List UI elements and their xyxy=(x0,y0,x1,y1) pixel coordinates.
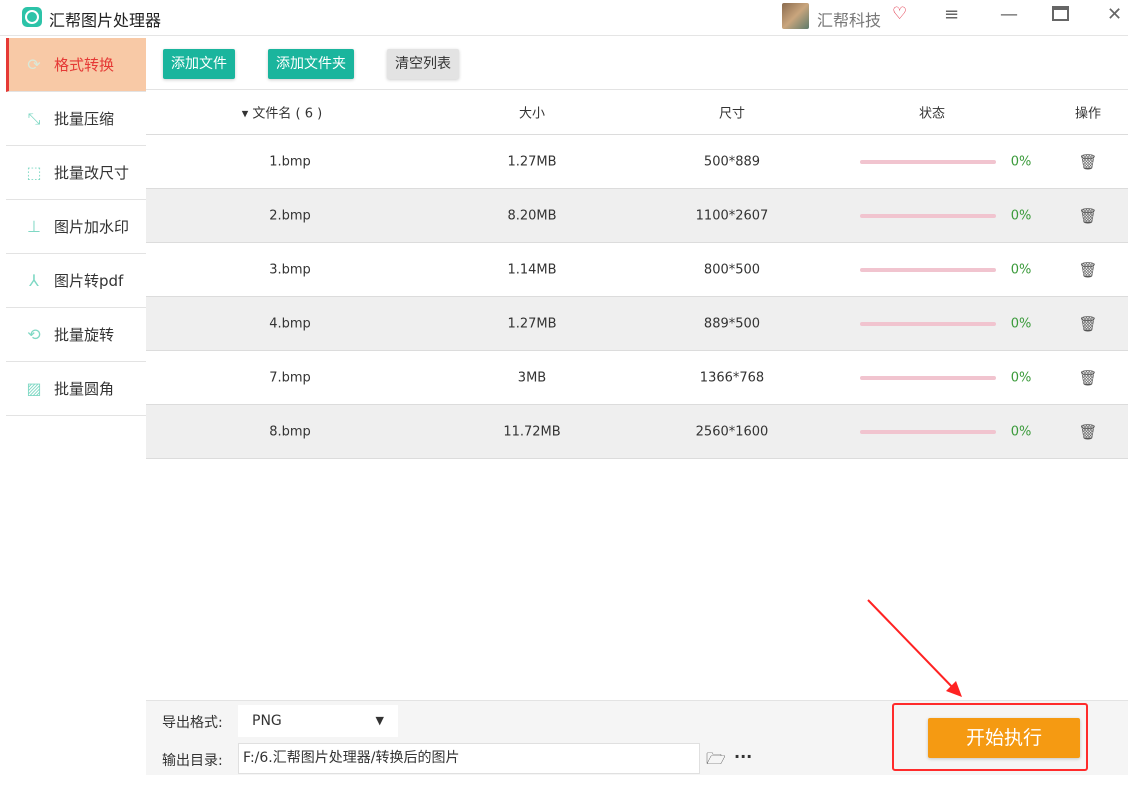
file-size: 11.72MB xyxy=(503,424,561,439)
file-dimension: 1366*768 xyxy=(699,370,765,385)
image-corner-icon: ▨ xyxy=(26,379,42,398)
trash-icon[interactable]: 🗑 xyxy=(1078,369,1097,387)
file-name: 1.bmp xyxy=(269,154,311,169)
output-dir-input[interactable]: F:/6.汇帮图片处理器/转换后的图片 xyxy=(238,743,700,774)
chevron-down-icon: ▼ xyxy=(375,714,384,727)
close-icon[interactable]: ✕ xyxy=(1107,4,1122,25)
folder-icon[interactable]: 🗁 xyxy=(706,748,726,775)
minimize-icon[interactable]: — xyxy=(1000,4,1018,25)
add-file-button[interactable]: 添加文件 xyxy=(163,49,235,79)
file-name: 7.bmp xyxy=(269,370,311,385)
file-dimension: 1100*2607 xyxy=(695,208,769,223)
sidebar-item-watermark[interactable]: ⊥ 图片加水印 xyxy=(6,200,146,254)
pdf-icon: ⅄ xyxy=(29,271,39,290)
progress-bar xyxy=(860,268,996,272)
avatar[interactable] xyxy=(782,3,809,29)
progress-percent: 0% xyxy=(1010,424,1032,439)
table-row[interactable]: 7.bmp 3MB 1366*768 0% 🗑 xyxy=(146,351,1128,405)
file-name: 3.bmp xyxy=(269,262,311,277)
table-row[interactable]: 8.bmp 11.72MB 2560*1600 0% 🗑 xyxy=(146,405,1128,459)
progress-bar xyxy=(860,322,996,326)
menu-icon[interactable]: ≡ xyxy=(944,4,959,25)
export-format-label: 导出格式: xyxy=(162,715,223,731)
sidebar-item-compress[interactable]: ⤡ 批量压缩 xyxy=(6,92,146,146)
progress-bar xyxy=(860,214,996,218)
sidebar: ⟳ 格式转换 ⤡ 批量压缩 ⬚ 批量改尺寸 ⊥ 图片加水印 ⅄ 图片转pdf ⟲ 批量旋转 … xyxy=(6,38,146,416)
toolbar: 添加文件 添加文件夹 清空列表 xyxy=(146,38,1128,90)
file-size: 1.27MB xyxy=(507,154,557,169)
file-size: 1.14MB xyxy=(507,262,557,277)
maximize-icon[interactable] xyxy=(1052,6,1069,21)
sidebar-item-format-convert[interactable]: ⟳ 格式转换 xyxy=(6,38,146,92)
table-header: ▾ 文件名 ( 6 ) 大小 尺寸 状态 操作 xyxy=(146,90,1128,135)
compress-icon: ⤡ xyxy=(27,108,41,128)
progress-bar xyxy=(860,376,996,380)
export-format-select[interactable]: PNG ▼ xyxy=(238,705,398,737)
file-dimension: 500*889 xyxy=(703,154,761,169)
add-folder-button[interactable]: 添加文件夹 xyxy=(268,49,354,79)
app-logo-icon xyxy=(22,7,42,27)
header-action: 操作 xyxy=(1074,106,1102,122)
trash-icon[interactable]: 🗑 xyxy=(1078,315,1097,333)
resize-icon: ⬚ xyxy=(26,163,42,182)
progress-bar xyxy=(860,160,996,164)
start-button[interactable]: 开始执行 xyxy=(928,718,1080,758)
file-name: 4.bmp xyxy=(269,316,311,331)
progress-percent: 0% xyxy=(1010,208,1032,223)
file-dimension: 2560*1600 xyxy=(695,424,769,439)
header-filename[interactable]: ▾ 文件名 ( 6 ) xyxy=(242,103,322,122)
progress-bar xyxy=(860,430,996,434)
user-name[interactable]: 汇帮科技 xyxy=(817,7,881,31)
progress-percent: 0% xyxy=(1010,370,1032,385)
file-size: 8.20MB xyxy=(507,208,557,223)
sidebar-item-resize[interactable]: ⬚ 批量改尺寸 xyxy=(6,146,146,200)
progress-percent: 0% xyxy=(1010,316,1032,331)
export-format-value: PNG xyxy=(252,713,282,729)
file-name: 2.bmp xyxy=(269,208,311,223)
rotate-icon: ⟲ xyxy=(27,325,41,344)
file-name: 8.bmp xyxy=(269,424,311,439)
sidebar-item-rotate[interactable]: ⟲ 批量旋转 xyxy=(6,308,146,362)
header-status: 状态 xyxy=(918,106,946,122)
more-button[interactable]: ··· xyxy=(734,747,752,766)
file-size: 1.27MB xyxy=(507,316,557,331)
header-dimension: 尺寸 xyxy=(718,106,746,122)
output-dir-label: 输出目录: xyxy=(162,753,223,769)
table-row[interactable]: 2.bmp 8.20MB 1100*2607 0% 🗑 xyxy=(146,189,1128,243)
trash-icon[interactable]: 🗑 xyxy=(1078,207,1097,225)
title-bar: 汇帮图片处理器 汇帮科技 ♡ ≡ — ✕ xyxy=(0,0,1128,36)
table-row[interactable]: 1.bmp 1.27MB 500*889 0% 🗑 xyxy=(146,135,1128,189)
watermark-icon: ⊥ xyxy=(27,217,41,236)
app-title: 汇帮图片处理器 xyxy=(49,11,162,30)
sidebar-item-round-corner[interactable]: ▨ 批量圆角 xyxy=(6,362,146,416)
clear-list-button[interactable]: 清空列表 xyxy=(387,49,459,79)
file-dimension: 800*500 xyxy=(703,262,761,277)
file-size: 3MB xyxy=(517,370,547,385)
header-size: 大小 xyxy=(518,106,546,122)
progress-percent: 0% xyxy=(1010,262,1032,277)
sidebar-item-pdf[interactable]: ⅄ 图片转pdf xyxy=(6,254,146,308)
trash-icon[interactable]: 🗑 xyxy=(1078,153,1097,171)
table-row[interactable]: 4.bmp 1.27MB 889*500 0% 🗑 xyxy=(146,297,1128,351)
convert-icon: ⟳ xyxy=(27,55,41,74)
progress-percent: 0% xyxy=(1010,154,1032,169)
file-dimension: 889*500 xyxy=(703,316,761,331)
vip-icon[interactable]: ♡ xyxy=(892,4,907,24)
table-row[interactable]: 3.bmp 1.14MB 800*500 0% 🗑 xyxy=(146,243,1128,297)
annotation-arrow xyxy=(867,599,962,697)
trash-icon[interactable]: 🗑 xyxy=(1078,261,1097,279)
trash-icon[interactable]: 🗑 xyxy=(1078,423,1097,441)
main-panel: 添加文件 添加文件夹 清空列表 ▾ 文件名 ( 6 ) 大小 尺寸 状态 操作 … xyxy=(146,38,1128,700)
